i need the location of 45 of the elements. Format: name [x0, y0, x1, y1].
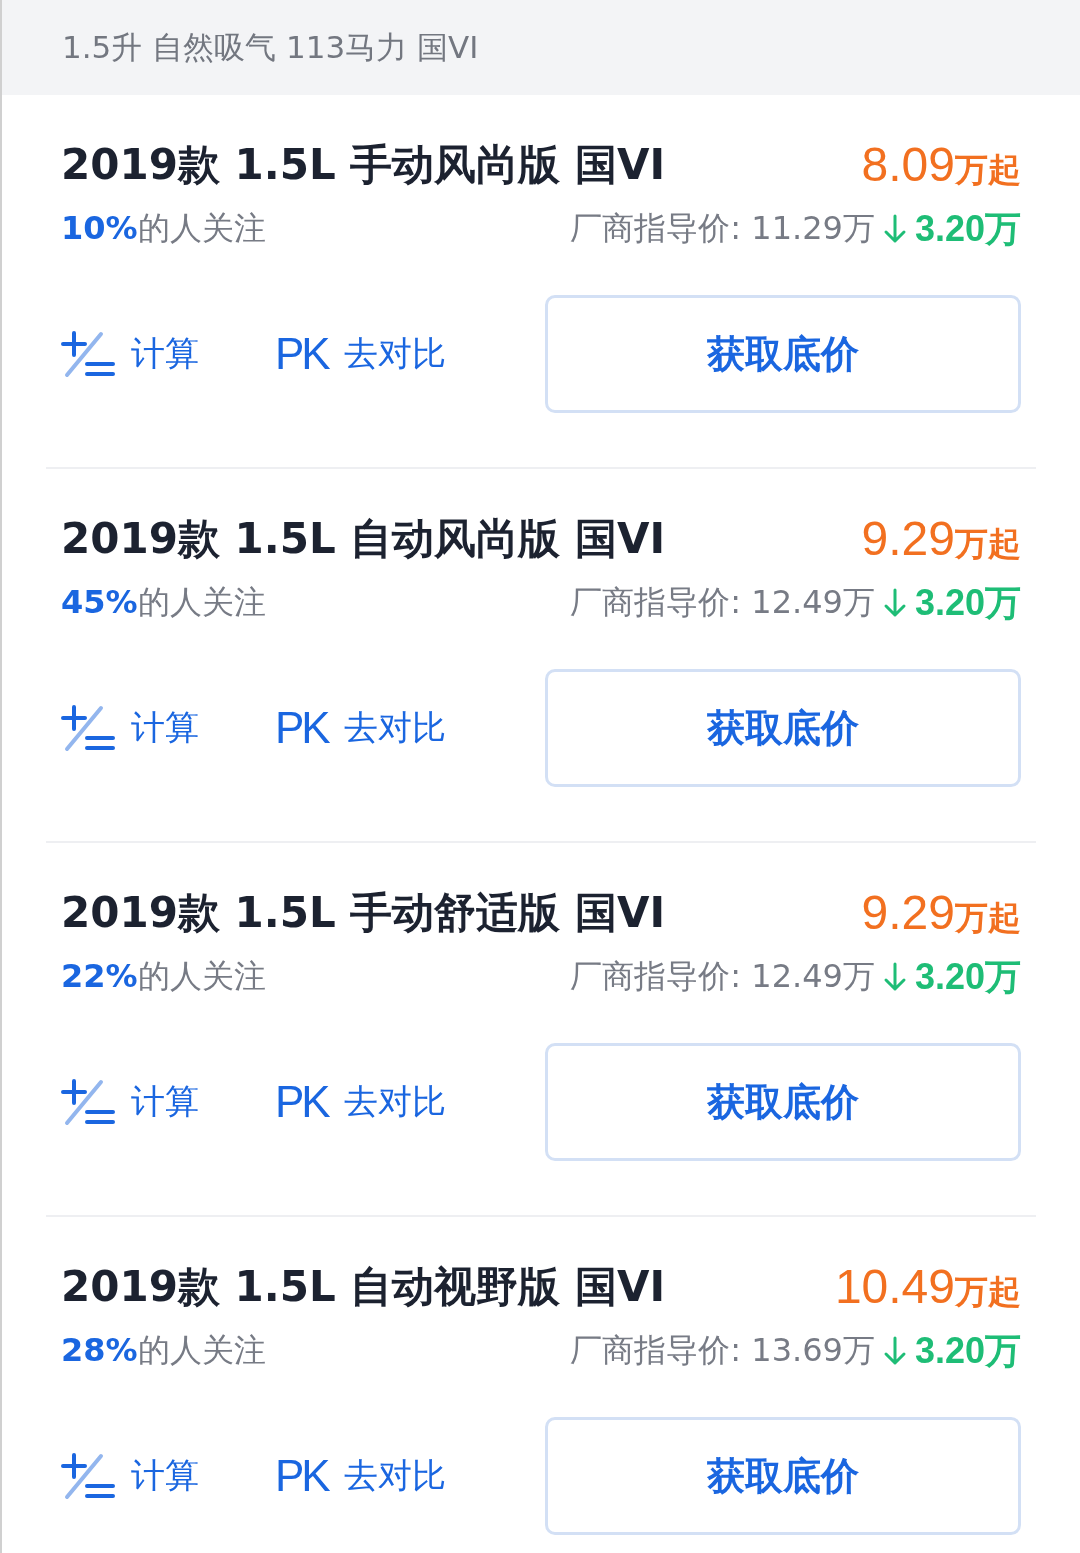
price: 8.09万起: [861, 137, 1021, 193]
price-drop: 3.20万: [914, 580, 1021, 625]
get-lowest-price-button[interactable]: 获取底价: [545, 669, 1021, 787]
compare-link[interactable]: 去对比: [343, 1453, 446, 1499]
attention-share: 22%的人关注: [61, 956, 266, 997]
price-drop: 3.20万: [914, 954, 1021, 999]
calculator-icon[interactable]: [61, 704, 115, 752]
attention-share: 45%的人关注: [61, 582, 266, 623]
price: 9.29万起: [861, 885, 1021, 941]
compare-link[interactable]: 去对比: [343, 1079, 446, 1125]
calculate-link[interactable]: 计算: [131, 1453, 199, 1499]
guide-price: 厂商指导价: 13.69万: [570, 1330, 875, 1371]
price: 9.29万起: [861, 511, 1021, 567]
down-arrow-icon: [882, 588, 907, 618]
trim-name[interactable]: 2019款 1.5L 手动舒适版 国VI: [61, 885, 666, 941]
calculator-icon[interactable]: [61, 1452, 115, 1500]
pk-icon[interactable]: PK: [275, 1077, 328, 1127]
get-lowest-price-button[interactable]: 获取底价: [545, 295, 1021, 413]
calculator-icon[interactable]: [61, 1078, 115, 1126]
pk-icon[interactable]: PK: [275, 703, 328, 753]
calculator-icon[interactable]: [61, 330, 115, 378]
guide-price: 厂商指导价: 11.29万: [570, 208, 875, 249]
calculate-link[interactable]: 计算: [131, 705, 199, 751]
pk-icon[interactable]: PK: [275, 1451, 328, 1501]
calculate-link[interactable]: 计算: [131, 331, 199, 377]
down-arrow-icon: [882, 1336, 907, 1366]
engine-spec: 1.5升 自然吸气 113马力 国VI: [62, 27, 479, 67]
compare-link[interactable]: 去对比: [343, 705, 446, 751]
down-arrow-icon: [882, 214, 907, 244]
calculate-link[interactable]: 计算: [131, 1079, 199, 1125]
guide-price: 厂商指导价: 12.49万: [570, 582, 875, 623]
guide-price: 厂商指导价: 12.49万: [570, 956, 875, 997]
down-arrow-icon: [882, 962, 907, 992]
price: 10.49万起: [834, 1259, 1021, 1315]
attention-share: 10%的人关注: [61, 208, 266, 249]
get-lowest-price-button[interactable]: 获取底价: [545, 1043, 1021, 1161]
price-drop: 3.20万: [914, 1328, 1021, 1373]
price-drop: 3.20万: [914, 206, 1021, 251]
trim-name[interactable]: 2019款 1.5L 自动视野版 国VI: [61, 1259, 666, 1315]
attention-share: 28%的人关注: [61, 1330, 266, 1371]
trim-name[interactable]: 2019款 1.5L 自动风尚版 国VI: [61, 511, 666, 567]
get-lowest-price-button[interactable]: 获取底价: [545, 1417, 1021, 1535]
pk-icon[interactable]: PK: [275, 329, 328, 379]
compare-link[interactable]: 去对比: [343, 331, 446, 377]
trim-name[interactable]: 2019款 1.5L 手动风尚版 国VI: [61, 137, 666, 193]
